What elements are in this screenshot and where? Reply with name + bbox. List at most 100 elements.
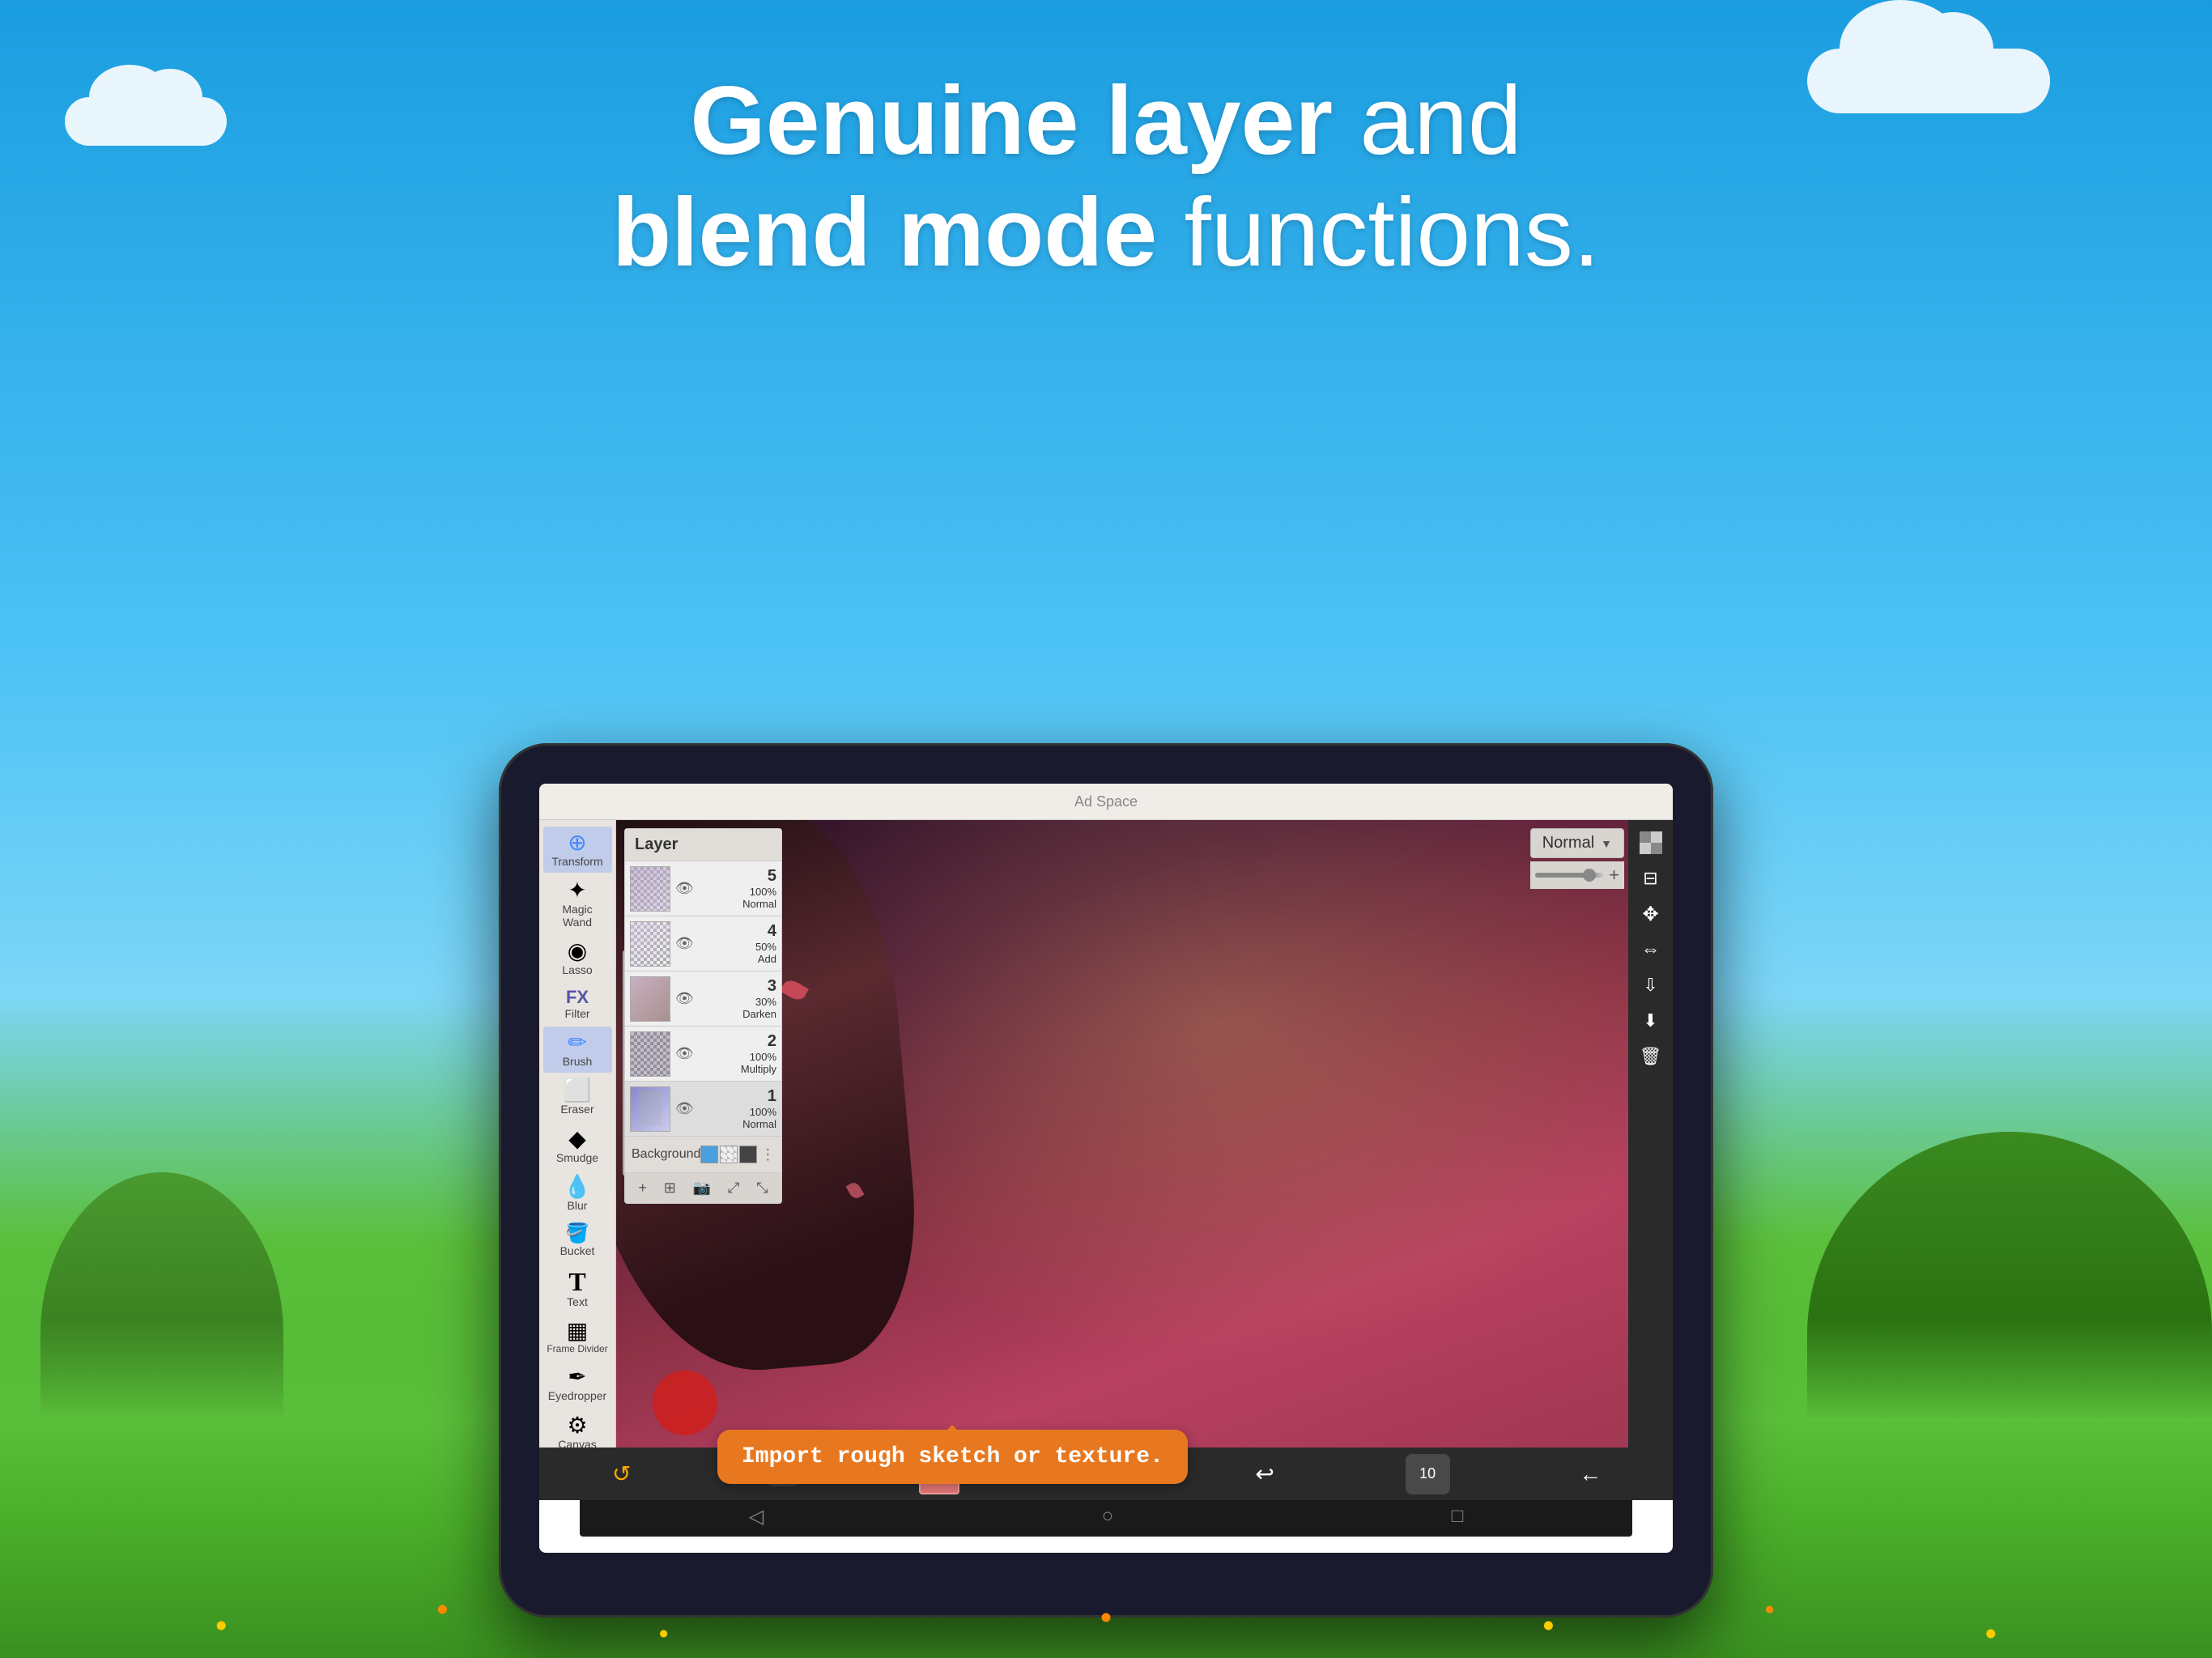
blur-label: Blur — [568, 1200, 588, 1212]
expand-button[interactable]: ⤢ — [725, 1178, 742, 1198]
back-to-gallery-button[interactable]: ← — [1566, 1454, 1614, 1494]
layer-row-1[interactable]: 👁 1 100% Normal — [625, 1082, 781, 1137]
lasso-label: Lasso — [562, 964, 592, 976]
tool-eraser[interactable]: ⬜ Eraser — [543, 1074, 612, 1120]
tooltip-balloon: Import rough sketch or texture. — [717, 1430, 1188, 1484]
layer-row-4[interactable]: 👁 4 50% Add — [625, 916, 781, 971]
tool-text[interactable]: T Text — [543, 1264, 612, 1313]
flip-h-icon: ⇔ — [1641, 938, 1661, 961]
collapse-button[interactable]: ⤡ — [753, 1178, 771, 1198]
tablet-frame: Ad Space ⊕ — [499, 743, 1713, 1618]
import-image-button[interactable]: 📷 — [690, 1178, 714, 1198]
layer-rows: 👁 5 100% Normal 👁 — [625, 861, 781, 1137]
layer-1-num: 1 — [699, 1087, 776, 1106]
blend-opacity-panel: Normal ▼ + — [1530, 828, 1624, 889]
layer-2-num: 2 — [699, 1032, 776, 1051]
layer-5-info: 5 100% Normal — [699, 867, 776, 910]
layer-background-row: Background ⋮ — [625, 1137, 781, 1172]
delete-layer-button[interactable]: 🗑 — [1632, 1040, 1669, 1073]
tool-brush[interactable]: ✏ Brush — [543, 1027, 612, 1073]
layer-5-thumb — [630, 866, 670, 912]
frame-divider-icon: ▦ — [567, 1320, 588, 1342]
layer-4-opacity: 50% — [699, 941, 776, 953]
layer-panel-title: Layer — [635, 835, 678, 853]
transform-icon: ⊕ — [568, 831, 586, 854]
tool-smudge[interactable]: ◆ Smudge — [543, 1123, 612, 1169]
merge-down-button[interactable]: ⬇ — [1632, 1005, 1669, 1037]
tool-frame-divider[interactable]: ▦ Frame Divider — [543, 1315, 612, 1359]
tablet-screen: Ad Space ⊕ — [539, 784, 1673, 1553]
tooltip-text: Import rough sketch or texture. — [742, 1444, 1163, 1469]
magic-wand-icon: ✦ — [568, 879, 586, 902]
layer-count-icon: 10 — [1419, 1465, 1436, 1482]
layer-3-visibility[interactable]: 👁 — [675, 990, 694, 1007]
layer-1-thumb — [630, 1086, 670, 1132]
flip-horizontal-button[interactable]: ⇔ — [1632, 933, 1669, 966]
layer-row-5[interactable]: 👁 5 100% Normal — [625, 861, 781, 916]
layer-4-blend: Add — [699, 953, 776, 965]
layer-4-thumb — [630, 921, 670, 967]
opacity-slider[interactable] — [1535, 873, 1604, 878]
bucket-icon: 🪣 — [565, 1224, 589, 1244]
bg-color-dark — [739, 1146, 757, 1163]
undo-button[interactable]: ↩ — [1240, 1454, 1289, 1494]
blend-dropdown-arrow: ▼ — [1601, 837, 1612, 850]
text-label: Text — [567, 1296, 588, 1308]
rasterize-icon: ⊟ — [1643, 868, 1657, 889]
tool-magic-wand[interactable]: ✦ Magic Wand — [543, 874, 612, 933]
layer-1-visibility[interactable]: 👁 — [675, 1100, 694, 1117]
filter-label: Filter — [564, 1008, 589, 1020]
tool-transform[interactable]: ⊕ Transform — [543, 827, 612, 873]
layer-2-info: 2 100% Multiply — [699, 1032, 776, 1075]
tool-eyedropper[interactable]: ✒ Eyedropper — [543, 1361, 612, 1407]
eraser-label: Eraser — [560, 1103, 593, 1116]
eraser-icon: ⬜ — [564, 1079, 592, 1102]
tool-blur[interactable]: 💧 Blur — [543, 1171, 612, 1217]
flatten-button[interactable]: ⇩ — [1632, 969, 1669, 1001]
tablet-device: Ad Space ⊕ — [499, 743, 1713, 1618]
rasterize-button[interactable]: ⊟ — [1632, 862, 1669, 895]
background-colors — [700, 1146, 757, 1163]
layer-2-thumb — [630, 1031, 670, 1077]
headline-line1-bold: Genuine layer — [690, 66, 1333, 175]
lasso-select-icon: ↺ — [612, 1460, 631, 1487]
layer-3-thumb — [630, 976, 670, 1022]
tool-lasso[interactable]: ◉ Lasso — [543, 935, 612, 981]
lasso-select-button[interactable]: ↺ — [598, 1454, 646, 1494]
opacity-slider-row: + — [1530, 861, 1624, 889]
blur-icon: 💧 — [564, 1175, 592, 1198]
add-group-button[interactable]: ⊞ — [661, 1178, 679, 1198]
tool-bucket[interactable]: 🪣 Bucket — [543, 1219, 612, 1262]
app-area: ⊕ Transform ✦ Magic Wand ◉ Lasso FX Filt… — [539, 820, 1673, 1500]
layer-count-badge[interactable]: 10 — [1406, 1454, 1450, 1494]
layer-1-info: 1 100% Normal — [699, 1087, 776, 1130]
layer-3-opacity: 30% — [699, 996, 776, 1008]
move-icon: ✥ — [1642, 903, 1658, 926]
tool-filter[interactable]: FX Filter — [543, 984, 612, 1025]
layer-5-visibility[interactable]: 👁 — [675, 880, 694, 897]
layer-4-visibility[interactable]: 👁 — [675, 935, 694, 952]
canvas-icon: ⚙ — [567, 1414, 587, 1437]
layer-3-info: 3 30% Darken — [699, 977, 776, 1020]
move-layer-button[interactable]: ✥ — [1632, 898, 1669, 930]
layer-2-visibility[interactable]: 👁 — [675, 1045, 694, 1062]
blend-mode-dropdown[interactable]: Normal ▼ — [1530, 828, 1624, 858]
flower-strip — [0, 1496, 2212, 1658]
opacity-add-layer-button[interactable]: + — [1609, 865, 1619, 886]
add-layer-button[interactable]: + — [635, 1178, 650, 1198]
ad-space-bar: Ad Space — [539, 784, 1673, 820]
layer-panel-header: Layer — [625, 829, 781, 861]
background-more-button[interactable]: ⋮ — [760, 1146, 775, 1163]
text-icon: T — [568, 1269, 585, 1295]
checker-icon — [1640, 831, 1662, 854]
layer-1-opacity: 100% — [699, 1106, 776, 1118]
checker-pattern-button[interactable] — [1632, 827, 1669, 859]
layer-row-2[interactable]: 👁 2 100% Multiply — [625, 1027, 781, 1082]
layer-row-3[interactable]: 👁 3 30% Darken — [625, 971, 781, 1027]
flatten-icon: ⇩ — [1643, 975, 1657, 996]
bg-color-blue — [700, 1146, 718, 1163]
frame-divider-label: Frame Divider — [547, 1344, 607, 1354]
layer-2-blend: Multiply — [699, 1063, 776, 1075]
headline: Genuine layer and blend mode functions. — [0, 65, 2212, 288]
eyedropper-label: Eyedropper — [548, 1390, 606, 1402]
